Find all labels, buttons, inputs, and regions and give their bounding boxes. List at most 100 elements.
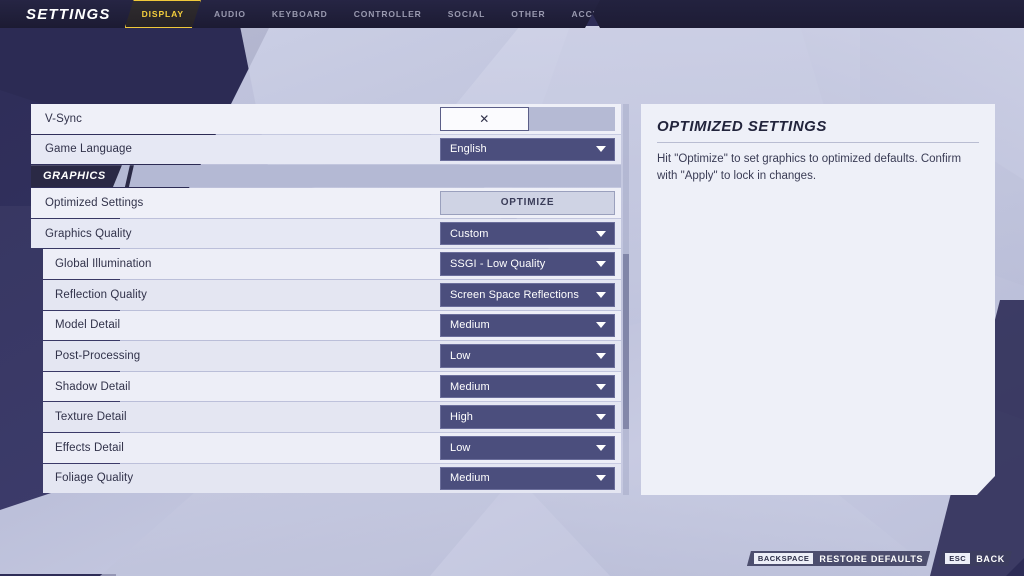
chevron-down-icon [596,292,606,298]
dropdown-value: Low [450,442,470,454]
dropdown-post-processing[interactable]: Low [440,344,615,368]
page-title: SETTINGS [26,6,111,23]
settings-row[interactable]: Optimized Settings OPTIMIZE [31,188,621,218]
toggle-cell-on[interactable] [529,107,616,131]
dropdown-effects-detail[interactable]: Low [440,436,615,460]
footer-prompt-restore-defaults[interactable]: BACKSPACE RESTORE DEFAULTS [747,551,930,566]
row-control: OPTIMIZE [440,191,615,215]
chevron-down-icon [596,414,606,420]
info-panel: OPTIMIZED SETTINGS Hit "Optimize" to set… [641,104,995,495]
dropdown-value: SSGI - Low Quality [450,258,545,270]
chevron-down-icon [596,261,606,267]
settings-row[interactable]: Global Illumination SSGI - Low Quality [43,249,621,279]
settings-row-label: Global Illumination [55,258,152,270]
dropdown-global-illumination[interactable]: SSGI - Low Quality [440,252,615,276]
settings-row[interactable]: Texture DetailHigh [43,402,621,432]
row-control: Medium [440,467,615,491]
footer-prompt-back[interactable]: ESC BACK [938,551,1012,566]
dropdown-texture-detail[interactable]: High [440,405,615,429]
settings-row[interactable]: Game Language English [31,135,621,165]
settings-scroll-viewport[interactable]: V-Sync ✕ Game Language English GRAPHICS Opt… [31,104,621,495]
optimize-button[interactable]: OPTIMIZE [440,191,615,215]
dropdown-value: Screen Space Reflections [450,289,579,301]
chevron-down-icon [596,231,606,237]
dropdown-graphics-quality[interactable]: Custom [440,222,615,246]
nav-tab-controller[interactable]: CONTROLLER [341,0,435,28]
scrollbar-thumb[interactable] [623,254,629,429]
toggle-vsync[interactable]: ✕ [440,107,615,131]
settings-row[interactable]: Graphics QualityCustom [31,219,621,249]
scrollbar-track[interactable] [623,104,629,495]
nav-tab-label: SOCIAL [448,9,486,19]
general-settings-rows: V-Sync ✕ Game Language English [31,104,621,164]
dropdown-shadow-detail[interactable]: Medium [440,375,615,399]
settings-row[interactable]: Post-ProcessingLow [43,341,621,371]
row-control: SSGI - Low Quality [440,252,615,276]
row-control: Low [440,436,615,460]
nav-tab-keyboard[interactable]: KEYBOARD [259,0,341,28]
row-control: Screen Space Reflections [440,283,615,307]
footer-prompt-label: RESTORE DEFAULTS [819,554,923,564]
nav-tab-social[interactable]: SOCIAL [435,0,499,28]
key-chip: BACKSPACE [754,553,813,565]
nav-tab-label: CONTROLLER [354,9,422,19]
settings-row-label: Optimized Settings [45,197,143,209]
info-panel-divider [657,142,979,143]
section-label: GRAPHICS [43,170,106,182]
settings-row-label: Effects Detail [55,442,124,454]
dropdown-value: Medium [450,472,490,484]
dropdown-foliage-quality[interactable]: Medium [440,467,615,491]
row-control: Medium [440,314,615,338]
settings-row-label: Reflection Quality [55,289,147,301]
row-control: High [440,405,615,429]
graphics-settings-rows: Optimized Settings OPTIMIZE Graphics Quali… [31,188,621,493]
toggle-cell-off-icon[interactable]: ✕ [440,107,529,131]
chevron-down-icon [596,384,606,390]
nav-tab-label: DISPLAY [142,9,184,19]
settings-row[interactable]: Shadow Detail Medium [43,372,621,402]
chevron-down-icon [596,475,606,481]
row-control: English [440,138,615,162]
row-control: ✕ [440,107,615,131]
settings-row[interactable]: Foliage Quality Medium [43,464,621,494]
dropdown-reflection-quality[interactable]: Screen Space Reflections [440,283,615,307]
nav-tab-label: OTHER [511,9,545,19]
settings-row[interactable]: Model DetailMedium [43,311,621,341]
nav-tabs: DISPLAY AUDIO KEYBOARD CONTROLLER SOCIAL OTHE… [125,0,661,28]
chevron-down-icon [596,322,606,328]
row-control: Low [440,344,615,368]
dropdown-value: English [450,143,487,155]
dropdown-value: Medium [450,319,490,331]
info-panel-title: OPTIMIZED SETTINGS [657,118,995,135]
dropdown-model-detail[interactable]: Medium [440,314,615,338]
top-nav-bar: SETTINGS DISPLAY AUDIO KEYBOARD CONTROLLER S… [0,0,600,28]
settings-row-label: Game Language [45,143,132,155]
settings-row[interactable]: Reflection Quality Screen Space Reflectio… [43,280,621,310]
nav-tab-label: AUDIO [214,9,246,19]
settings-row[interactable]: V-Sync ✕ [31,104,621,134]
dropdown-value: High [450,411,473,423]
dropdown-value: Low [450,350,470,362]
row-control: Medium [440,375,615,399]
dropdown-game-language[interactable]: English [440,138,615,162]
nav-tab-other[interactable]: OTHER [498,0,558,28]
key-chip: ESC [945,553,970,565]
info-panel-description: Hit "Optimize" to set graphics to optimi… [657,151,977,185]
dropdown-value: Medium [450,381,490,393]
row-control: Custom [440,222,615,246]
footer-prompt-label: BACK [976,554,1005,564]
settings-row-label: Shadow Detail [55,381,130,393]
chevron-down-icon [596,353,606,359]
chevron-down-icon [596,146,606,152]
settings-row-label: Foliage Quality [55,472,133,484]
settings-list-panel: V-Sync ✕ Game Language English GRAPHICS Opt… [31,104,629,495]
section-badge: GRAPHICS [31,165,122,187]
nav-tab-display[interactable]: DISPLAY [125,0,201,28]
game-settings-screen: SETTINGS DISPLAY AUDIO KEYBOARD CONTROLLER S… [0,0,1024,576]
settings-row[interactable]: Effects Detail Low [43,433,621,463]
section-header-graphics: GRAPHICS [31,165,621,187]
settings-row-label: V-Sync [45,113,82,125]
optimize-button-label: OPTIMIZE [501,197,555,208]
settings-rows-container: V-Sync ✕ Game Language English GRAPHICS Opt… [31,104,621,494]
nav-tab-audio[interactable]: AUDIO [201,0,259,28]
